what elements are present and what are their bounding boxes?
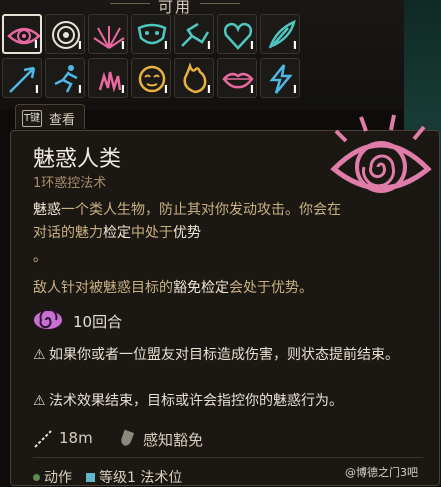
- keyword-advantage[interactable]: 优势: [173, 225, 201, 241]
- warning-icon: ⚠: [33, 347, 46, 363]
- note-ends-text: 法术效果结束，目标或许会指控你的魅惑行为。: [49, 393, 343, 409]
- desc-text-2: 中处于: [131, 225, 173, 241]
- spell-level: I: [249, 83, 254, 96]
- spell-slot[interactable]: I: [2, 58, 42, 98]
- spell-level: I: [292, 83, 297, 96]
- spell-level: I: [77, 39, 82, 52]
- spell-level: I: [33, 38, 38, 51]
- spell-level: I: [206, 83, 211, 96]
- spell-slot[interactable]: I: [174, 14, 214, 54]
- spell-level: I: [163, 83, 168, 96]
- keyword-saving-throw[interactable]: 豁免检定: [173, 280, 229, 296]
- charm-eye-icon: [330, 114, 432, 193]
- spell-title: 魅惑人类: [33, 147, 122, 172]
- spell-level: I: [77, 83, 82, 96]
- spell-slot[interactable]: I: [2, 14, 42, 54]
- spell-level: I: [163, 39, 168, 52]
- charmed-status-icon: [34, 308, 62, 329]
- desc2-text-1: 敌人针对被魅惑目标的: [33, 280, 173, 296]
- spell-level: I: [120, 83, 125, 96]
- keyword-check[interactable]: 检定: [103, 225, 131, 241]
- spell-slot[interactable]: I: [45, 58, 85, 98]
- spell-level: I: [120, 39, 125, 52]
- spell-slot[interactable]: I: [260, 14, 300, 54]
- action-cost: 动作: [44, 470, 72, 486]
- desc2-text-2: 会处于优势。: [229, 280, 313, 296]
- spell-slot[interactable]: I: [217, 14, 257, 54]
- spell-slot[interactable]: I: [131, 14, 171, 54]
- save-text: 感知豁免: [143, 431, 204, 449]
- spell-description: 魅惑一个类人生物，防止其对你发动攻击。你会在对话的魅力检定中处于优势: [33, 199, 353, 245]
- footer-divider: [33, 457, 423, 458]
- spell-level: I: [34, 83, 39, 96]
- action-dot-icon: [33, 474, 40, 481]
- spell-subtitle: 1环惑控法术: [33, 176, 107, 191]
- desc-period: 。: [33, 249, 47, 265]
- note-damage-text: 如果你或者一位盟友对目标造成伤害，则状态提前结束。: [49, 347, 399, 363]
- spell-slot[interactable]: I: [88, 14, 128, 54]
- spell-description-2: 敌人针对被魅惑目标的豁免检定会处于优势。: [33, 277, 413, 297]
- range-text: 18m: [59, 429, 93, 447]
- inspect-tab[interactable]: T键 查看: [15, 104, 85, 129]
- range-icon: [34, 430, 52, 448]
- spell-slot[interactable]: I: [88, 58, 128, 98]
- ornament-right: [200, 3, 240, 10]
- spell-slot[interactable]: I: [217, 58, 257, 98]
- spell-level: I: [206, 39, 211, 52]
- saving-throw-icon: [121, 429, 135, 446]
- note-damage: ⚠ 如果你或者一位盟友对目标造成伤害，则状态提前结束。: [33, 345, 428, 365]
- spell-level: I: [292, 39, 297, 52]
- inspect-key: T键: [22, 110, 42, 127]
- keyword-charm[interactable]: 魅惑: [33, 202, 61, 218]
- spell-slot[interactable]: I: [174, 58, 214, 98]
- spell-slot[interactable]: I: [45, 14, 85, 54]
- cost-footer: 动作 等级1 法术位: [33, 467, 182, 487]
- watermark: @博德之门3吧: [345, 466, 418, 479]
- spell-tooltip: 魅惑人类 1环惑控法术 魅惑一个类人生物，防止其对你发动攻击。你会在对话的魅力检…: [10, 114, 440, 487]
- spell-level: I: [249, 39, 254, 52]
- spell-slot-icon: [86, 473, 95, 482]
- note-ends: ⚠ 法术效果结束，目标或许会指控你的魅惑行为。: [33, 391, 428, 411]
- warning-icon: ⚠: [33, 393, 46, 409]
- spell-slot[interactable]: I: [260, 58, 300, 98]
- inspect-label: 查看: [49, 113, 76, 128]
- duration-row: 10回合: [33, 308, 122, 335]
- spell-slot[interactable]: I: [131, 58, 171, 98]
- duration-text: 10回合: [73, 313, 123, 331]
- spell-slot-cost: 等级1 法术位: [99, 470, 183, 486]
- spell-bar: 可用 IIIIIIIIIIIIII: [0, 0, 404, 110]
